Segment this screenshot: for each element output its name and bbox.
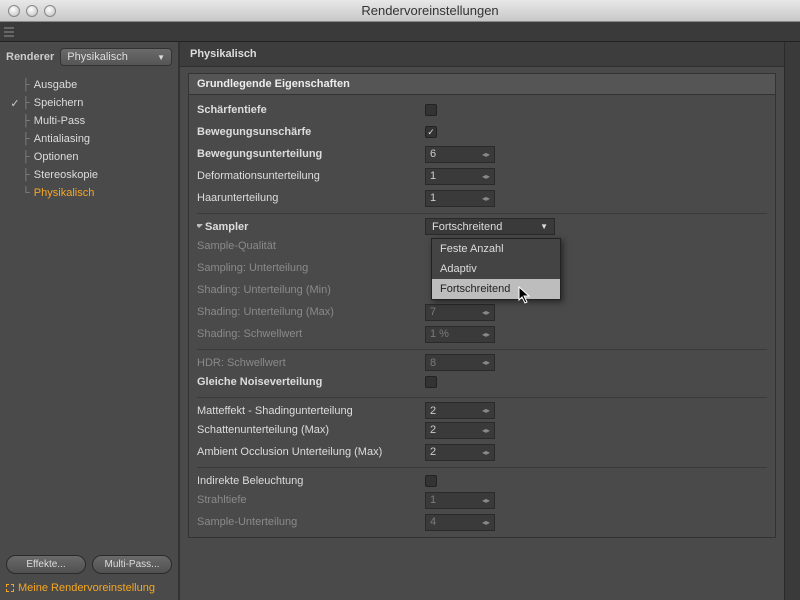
dropdown-option-fortschreitend[interactable]: Fortschreitend: [432, 279, 560, 299]
matte-input[interactable]: 2◂▸: [425, 402, 495, 419]
sidebar-item-ausgabe[interactable]: ├Ausgabe: [4, 76, 178, 94]
effects-button[interactable]: Effekte...: [6, 555, 86, 574]
sidebar-item-multipass[interactable]: ├Multi-Pass: [4, 112, 178, 130]
sidebar-item-stereoskopie[interactable]: ├Stereoskopie: [4, 166, 178, 184]
row-matte: Matteffekt - Shadingunterteilung. . . . …: [197, 397, 767, 419]
disclosure-icon[interactable]: [197, 224, 203, 228]
hdr-input: 8◂▸: [425, 354, 495, 371]
preset-label: Meine Rendervoreinstellung: [18, 582, 155, 594]
row-schatten: Schattenunterteilung (Max). . . . . . . …: [197, 419, 767, 441]
window-titlebar: Rendervoreinstellungen: [0, 0, 800, 22]
row-bewegung: Bewegungsunschärfe. . . . . . . . . . . …: [197, 121, 767, 143]
deform-input[interactable]: 1◂▸: [425, 168, 495, 185]
ao-input[interactable]: 2◂▸: [425, 444, 495, 461]
row-schaerfentiefe: Schärfentiefe. . . . . . . . . . . . . .…: [197, 99, 767, 121]
row-sample-unt: Sample-Unterteilung. . . . . . . . . . .…: [197, 511, 767, 533]
sampler-dropdown[interactable]: Fortschreitend ▼: [425, 218, 555, 235]
sidebar-tree: ├Ausgabe ✓├Speichern ├Multi-Pass ├Antial…: [0, 74, 178, 549]
renderer-label: Renderer: [6, 51, 54, 63]
window-title: Rendervoreinstellungen: [68, 3, 792, 18]
bewegung-unt-input[interactable]: 6◂▸: [425, 146, 495, 163]
minimize-icon[interactable]: [26, 5, 38, 17]
sidebar-item-physikalisch[interactable]: └Physikalisch: [4, 184, 178, 202]
row-ao: Ambient Occlusion Unterteilung (Max). . …: [197, 441, 767, 463]
noise-checkbox[interactable]: [425, 376, 437, 388]
row-shading-thr: Shading: Schwellwert. . . . . . . . . . …: [197, 323, 767, 345]
close-icon[interactable]: [8, 5, 20, 17]
sidebar: Renderer Physikalisch ▼ ├Ausgabe ✓├Speic…: [0, 42, 180, 600]
row-strahl: Strahltiefe. . . . . . . . . . . . . . .…: [197, 489, 767, 511]
row-shading-max: Shading: Unterteilung (Max). . . . . . .…: [197, 301, 767, 323]
preset-icon: [6, 584, 14, 592]
dropdown-option-adaptiv[interactable]: Adaptiv: [432, 259, 560, 279]
row-haar: Haarunterteilung. . . . . . . . . . . . …: [197, 187, 767, 209]
schatten-input[interactable]: 2◂▸: [425, 422, 495, 439]
main-title: Physikalisch: [180, 42, 784, 67]
renderer-dropdown[interactable]: Physikalisch ▼: [60, 48, 172, 66]
traffic-lights: [8, 5, 56, 17]
row-sampler: Sampler. . . . . . . . . . . . . . . . .…: [197, 213, 767, 235]
preset-item[interactable]: Meine Rendervoreinstellung: [6, 582, 172, 594]
indirekt-checkbox[interactable]: [425, 475, 437, 487]
row-hdr: HDR: Schwellwert. . . . . . . . . . . . …: [197, 349, 767, 371]
scrollbar[interactable]: [784, 42, 800, 600]
section-header: Grundlegende Eigenschaften: [189, 74, 775, 95]
row-deform: Deformationsunterteilung. . . . . . . . …: [197, 165, 767, 187]
sample-unt-input: 4◂▸: [425, 514, 495, 531]
strahl-input: 1◂▸: [425, 492, 495, 509]
chevron-down-icon: ▼: [540, 222, 548, 231]
shading-max-input: 7◂▸: [425, 304, 495, 321]
sampler-dropdown-menu: Feste Anzahl Adaptiv Fortschreitend: [431, 238, 561, 300]
haar-input[interactable]: 1◂▸: [425, 190, 495, 207]
schaerfentiefe-checkbox[interactable]: [425, 104, 437, 116]
main-panel: Physikalisch Grundlegende Eigenschaften …: [180, 42, 784, 600]
dropdown-option-feste[interactable]: Feste Anzahl: [432, 239, 560, 259]
toolbar: [0, 22, 800, 42]
shading-thr-input: 1 %◂▸: [425, 326, 495, 343]
chevron-down-icon: ▼: [157, 53, 165, 62]
sidebar-item-antialiasing[interactable]: ├Antialiasing: [4, 130, 178, 148]
zoom-icon[interactable]: [44, 5, 56, 17]
sidebar-item-optionen[interactable]: ├Optionen: [4, 148, 178, 166]
row-indirekt: Indirekte Beleuchtung. . . . . . . . . .…: [197, 467, 767, 489]
row-noise: Gleiche Noiseverteilung. . . . . . . . .…: [197, 371, 767, 393]
grip-icon[interactable]: [0, 22, 16, 42]
renderer-value: Physikalisch: [67, 51, 128, 63]
row-bewegung-unt: Bewegungsunterteilung. . . . . . . . . .…: [197, 143, 767, 165]
sidebar-item-speichern[interactable]: ✓├Speichern: [4, 94, 178, 112]
bewegung-checkbox[interactable]: ✓: [425, 126, 437, 138]
multipass-button[interactable]: Multi-Pass...: [92, 555, 172, 574]
